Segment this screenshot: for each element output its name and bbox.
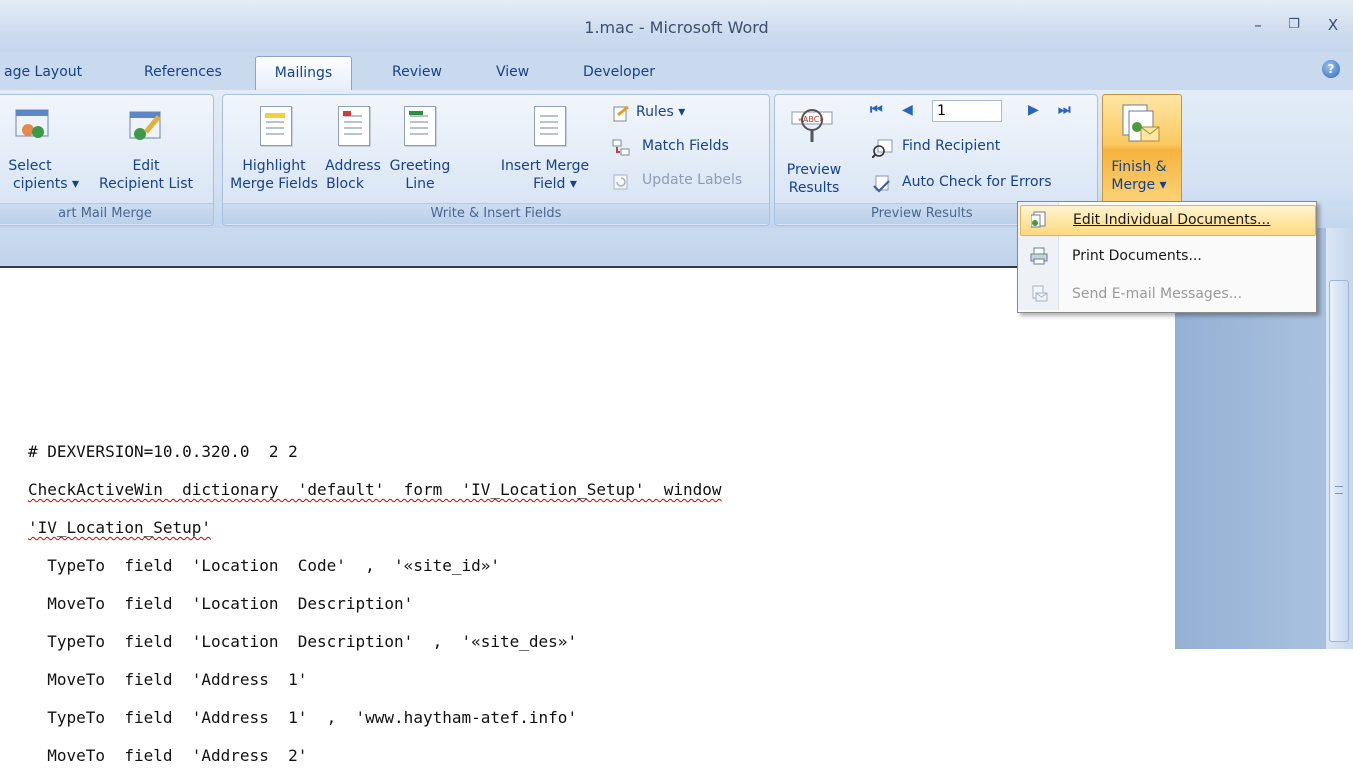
- edit-label-1: Edit: [132, 158, 160, 174]
- insert-merge-field-icon: [534, 106, 566, 146]
- next-record-button[interactable]: ▶: [1028, 102, 1050, 124]
- rules-label: Rules ▾: [636, 104, 686, 120]
- doc-line: 'IV_Location_Setup': [28, 518, 722, 537]
- menu-item-edit-individual-documents[interactable]: Edit Individual Documents...: [1020, 205, 1316, 236]
- last-record-button[interactable]: ⏭: [1058, 102, 1080, 124]
- select-label-2: cipients ▾: [12, 176, 80, 192]
- edit-label-2: Recipient List: [99, 176, 193, 192]
- menu-item-print-documents[interactable]: Print Documents...: [1020, 242, 1314, 271]
- find-recipient-icon: [872, 139, 893, 158]
- greeting-label-2: Line: [405, 176, 435, 192]
- printer-icon: [1030, 247, 1048, 265]
- doc-line: TypeTo field 'Address 1' , 'www.haytham-…: [28, 708, 578, 727]
- group-label: Write & Insert Fields: [223, 203, 769, 224]
- menu-item-send-email-messages: Send E-mail Messages...: [1020, 280, 1314, 309]
- find-recipient-label: Find Recipient: [902, 138, 1001, 154]
- preview-results-button[interactable]: «ABC» Preview Results: [780, 100, 854, 200]
- next-record-icon: ▶: [1028, 102, 1039, 118]
- update-labels-label: Update Labels: [642, 172, 743, 188]
- tab-developer[interactable]: Developer: [583, 56, 655, 89]
- auto-check-label: Auto Check for Errors: [902, 174, 1052, 190]
- update-labels-icon: [613, 174, 628, 190]
- group-label: art Mail Merge: [0, 203, 213, 224]
- close-button[interactable]: X: [1322, 16, 1344, 34]
- menu-item-label: Print Documents...: [1072, 248, 1202, 264]
- preview-label-1: Preview: [786, 162, 842, 178]
- recipients-icon: [15, 109, 49, 138]
- doc-line-text: CheckActiveWin dictionary 'default' form…: [28, 480, 722, 499]
- insert-label-1: Insert Merge: [500, 158, 590, 174]
- previous-record-icon: ◀: [902, 102, 913, 118]
- preview-label-2: Results: [788, 180, 840, 196]
- edit-list-icon: [129, 111, 161, 140]
- scrollbar-thumb[interactable]: [1329, 280, 1349, 642]
- menu-item-label: Edit Individual Documents...: [1073, 212, 1271, 228]
- email-icon: [1032, 285, 1048, 302]
- tab-page-layout[interactable]: age Layout: [4, 56, 82, 89]
- highlight-label-2: Merge Fields: [230, 176, 318, 192]
- help-icon[interactable]: ?: [1322, 60, 1340, 78]
- match-fields-button[interactable]: Match Fields: [612, 138, 762, 158]
- tab-view[interactable]: View: [496, 56, 529, 89]
- first-record-icon: ⏮: [870, 102, 883, 118]
- insert-label-2: Field ▾: [533, 176, 577, 192]
- doc-line: MoveTo field 'Location Description': [28, 594, 414, 613]
- finish-label-1: Finish &: [1111, 159, 1167, 175]
- tab-review[interactable]: Review: [392, 56, 442, 89]
- insert-merge-field-button[interactable]: Insert Merge Field ▾: [494, 100, 606, 200]
- finish-merge-icon: [1122, 104, 1160, 142]
- select-recipients-button[interactable]: Select cipients ▾: [4, 100, 90, 200]
- auto-check-errors-button[interactable]: Auto Check for Errors: [872, 174, 1082, 194]
- menu-item-label: Send E-mail Messages...: [1072, 286, 1243, 302]
- go-to-record-input[interactable]: [932, 100, 1002, 122]
- grip-icon: [1335, 486, 1343, 494]
- greeting-line-button[interactable]: Greeting Line: [384, 100, 456, 200]
- restore-button[interactable]: ❐: [1283, 16, 1305, 34]
- doc-line: MoveTo field 'Address 1': [28, 670, 308, 689]
- match-fields-label: Match Fields: [642, 138, 729, 154]
- window-title: 1.mac - Microsoft Word: [584, 18, 769, 37]
- find-recipient-button[interactable]: Find Recipient: [872, 138, 1072, 158]
- greeting-label-1: Greeting: [389, 158, 451, 174]
- doc-line: CheckActiveWin dictionary 'default' form…: [28, 480, 722, 499]
- address-block-button[interactable]: Address Block: [324, 100, 382, 200]
- highlight-merge-fields-button[interactable]: Highlight Merge Fields: [228, 100, 320, 200]
- select-label-1: Select: [8, 158, 52, 174]
- edit-recipient-list-button[interactable]: Edit Recipient List: [86, 100, 206, 200]
- highlight-label-1: Highlight: [242, 158, 306, 174]
- last-record-icon: ⏭: [1058, 102, 1071, 118]
- auto-check-icon: [873, 175, 890, 193]
- previous-record-button[interactable]: ◀: [902, 102, 924, 124]
- first-record-button[interactable]: ⏮: [870, 102, 892, 124]
- doc-line: MoveTo field 'Address 2': [28, 746, 308, 765]
- match-fields-icon: [612, 139, 630, 156]
- doc-line: TypeTo field 'Location Code' , '«site_id…: [28, 556, 501, 575]
- ruler-band: [0, 228, 1175, 266]
- address-label-2: Block: [326, 176, 364, 192]
- document-text[interactable]: # DEXVERSION=10.0.320.0 2 2 CheckActiveW…: [28, 423, 722, 784]
- finish-merge-button[interactable]: Finish & Merge ▾: [1102, 94, 1182, 206]
- doc-line: # DEXVERSION=10.0.320.0 2 2: [28, 442, 298, 461]
- minimize-button[interactable]: –: [1247, 16, 1269, 34]
- update-labels-button[interactable]: Update Labels: [612, 172, 762, 192]
- greeting-line-icon: [404, 106, 436, 146]
- rules-button[interactable]: Rules ▾: [612, 104, 722, 124]
- highlight-icon: [260, 106, 292, 146]
- doc-line-text: 'IV_Location_Setup': [28, 518, 212, 537]
- doc-line: TypeTo field 'Location Description' , '«…: [28, 632, 578, 651]
- edit-documents-icon: [1031, 211, 1046, 228]
- rules-icon: [613, 105, 629, 122]
- finish-label-2: Merge ▾: [1111, 177, 1167, 193]
- tab-references[interactable]: References: [144, 56, 222, 89]
- preview-results-icon: «ABC»: [791, 109, 833, 142]
- tab-mailings[interactable]: Mailings: [255, 56, 352, 90]
- address-block-icon: [338, 106, 370, 146]
- address-label-1: Address: [325, 158, 381, 174]
